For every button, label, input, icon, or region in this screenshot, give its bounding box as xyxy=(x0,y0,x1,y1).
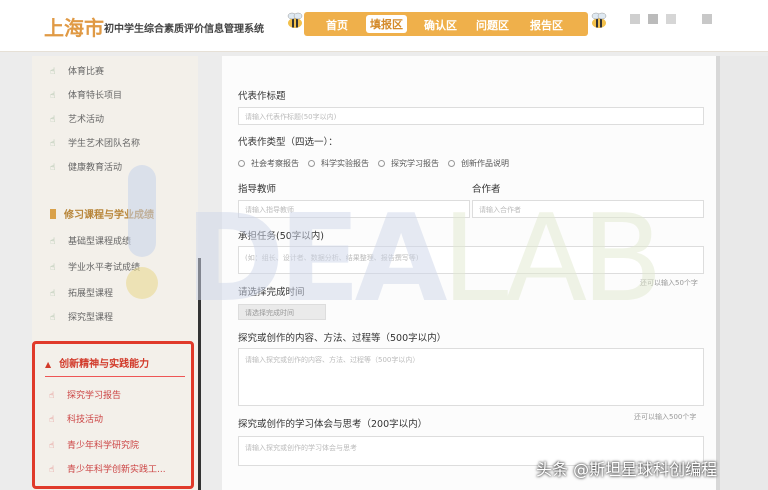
process-textarea[interactable]: 请输入探究或创作的内容、方法、过程等（500字以内） xyxy=(238,348,704,406)
avatar[interactable] xyxy=(630,14,640,24)
hand-icon: ☝ xyxy=(49,391,55,401)
sidebar-item[interactable]: ☝ 体育比赛 xyxy=(50,64,104,78)
hand-icon: ☝ xyxy=(50,139,56,149)
nav-fill[interactable]: 填报区 xyxy=(366,15,407,33)
bee-icon xyxy=(591,12,607,28)
radio-innovation-note[interactable]: 创新作品说明 xyxy=(448,158,509,169)
bee-icon xyxy=(287,12,303,28)
sidebar-item[interactable]: ☝ 健康教育活动 xyxy=(50,160,122,174)
scrollbar[interactable] xyxy=(716,56,720,490)
user-name-blurred xyxy=(666,14,676,24)
sidebar-item[interactable]: ☝ 拓展型课程 xyxy=(50,286,113,300)
nav-issues[interactable]: 问题区 xyxy=(476,17,509,33)
hand-icon: ☝ xyxy=(50,263,56,273)
sidebar-section-innovation[interactable]: ▲ 创新精神与实践能力 xyxy=(45,355,149,370)
user-name-blurred xyxy=(648,14,658,24)
sidebar-item-youth-institute[interactable]: ☝ 青少年科学研究院 xyxy=(49,438,139,451)
user-menu[interactable] xyxy=(702,14,712,24)
hand-icon: ☝ xyxy=(50,237,56,247)
watermark-logo: DEALAB xyxy=(185,190,663,329)
work-title-input[interactable]: 请输入代表作标题(50字以内) xyxy=(238,107,704,125)
hand-icon: ☝ xyxy=(50,163,56,173)
hand-icon: ☝ xyxy=(50,115,56,125)
sidebar-item[interactable]: ☝ 体育特长项目 xyxy=(50,88,122,102)
radio-circle-icon xyxy=(378,160,385,167)
hand-icon: ☝ xyxy=(49,465,55,475)
highlight-box: ▲ 创新精神与实践能力 ☝ 探究学习报告 ☝ 科技活动 ☝ 青少年科学研究院 ☝ 青少年科… xyxy=(32,341,194,489)
hand-icon: ☝ xyxy=(50,289,56,299)
hand-icon: ☝ xyxy=(49,441,55,451)
reflection-label: 探究或创作的学习体会与思考（200字以内） xyxy=(238,419,428,430)
nav-home[interactable]: 首页 xyxy=(326,17,348,33)
hand-icon: ☝ xyxy=(50,313,56,323)
radio-circle-icon xyxy=(448,160,455,167)
watermark-caption: 头条 @斯坦星球科创编程 xyxy=(536,460,718,479)
process-label: 探究或创作的内容、方法、过程等（500字以内） xyxy=(238,333,447,344)
sidebar-item-tech-activity[interactable]: ☝ 科技活动 xyxy=(49,412,103,425)
process-char-count: 还可以输入500个字 xyxy=(634,413,697,421)
radio-circle-icon xyxy=(308,160,315,167)
hand-icon: ☝ xyxy=(50,67,56,77)
triangle-icon: ▲ xyxy=(45,360,52,369)
radio-science-report[interactable]: 科学实验报告 xyxy=(308,158,369,169)
watermark-exclamation-icon xyxy=(126,165,158,299)
sidebar-item-youth-innovation[interactable]: ☝ 青少年科学创新实践工... xyxy=(49,462,166,475)
radio-circle-icon xyxy=(238,160,245,167)
sidebar-item[interactable]: ☝ 基础型课程成绩 xyxy=(50,234,131,248)
work-type-label: 代表作类型（四选一）： xyxy=(238,137,338,148)
radio-inquiry-report[interactable]: 探究学习报告 xyxy=(378,158,439,169)
radio-social-report[interactable]: 社会考察报告 xyxy=(238,158,299,169)
system-name: 初中学生综合素质评价信息管理系统 xyxy=(104,24,264,35)
work-title-label: 代表作标题 xyxy=(238,91,286,102)
page-margin-right xyxy=(716,56,768,490)
section-underline xyxy=(45,376,185,377)
nav-confirm[interactable]: 确认区 xyxy=(424,17,457,33)
app-header: 上海市 初中学生综合素质评价信息管理系统 首页 填报区 确认区 问题区 报告区 xyxy=(0,0,768,52)
sidebar-item-inquiry-report[interactable]: ☝ 探究学习报告 xyxy=(49,388,121,401)
sidebar-item[interactable]: ☝ 学生艺术团队名称 xyxy=(50,136,140,150)
sidebar-item[interactable]: ☝ 艺术活动 xyxy=(50,112,104,126)
main-nav: 首页 填报区 确认区 问题区 报告区 xyxy=(304,12,588,36)
hand-icon: ☝ xyxy=(50,91,56,101)
sidebar-item[interactable]: ☝ 探究型课程 xyxy=(50,310,113,324)
nav-report[interactable]: 报告区 xyxy=(530,17,563,33)
logo-city: 上海市 xyxy=(44,16,104,40)
hand-icon: ☝ xyxy=(49,415,55,425)
section-marker-icon xyxy=(50,209,56,219)
